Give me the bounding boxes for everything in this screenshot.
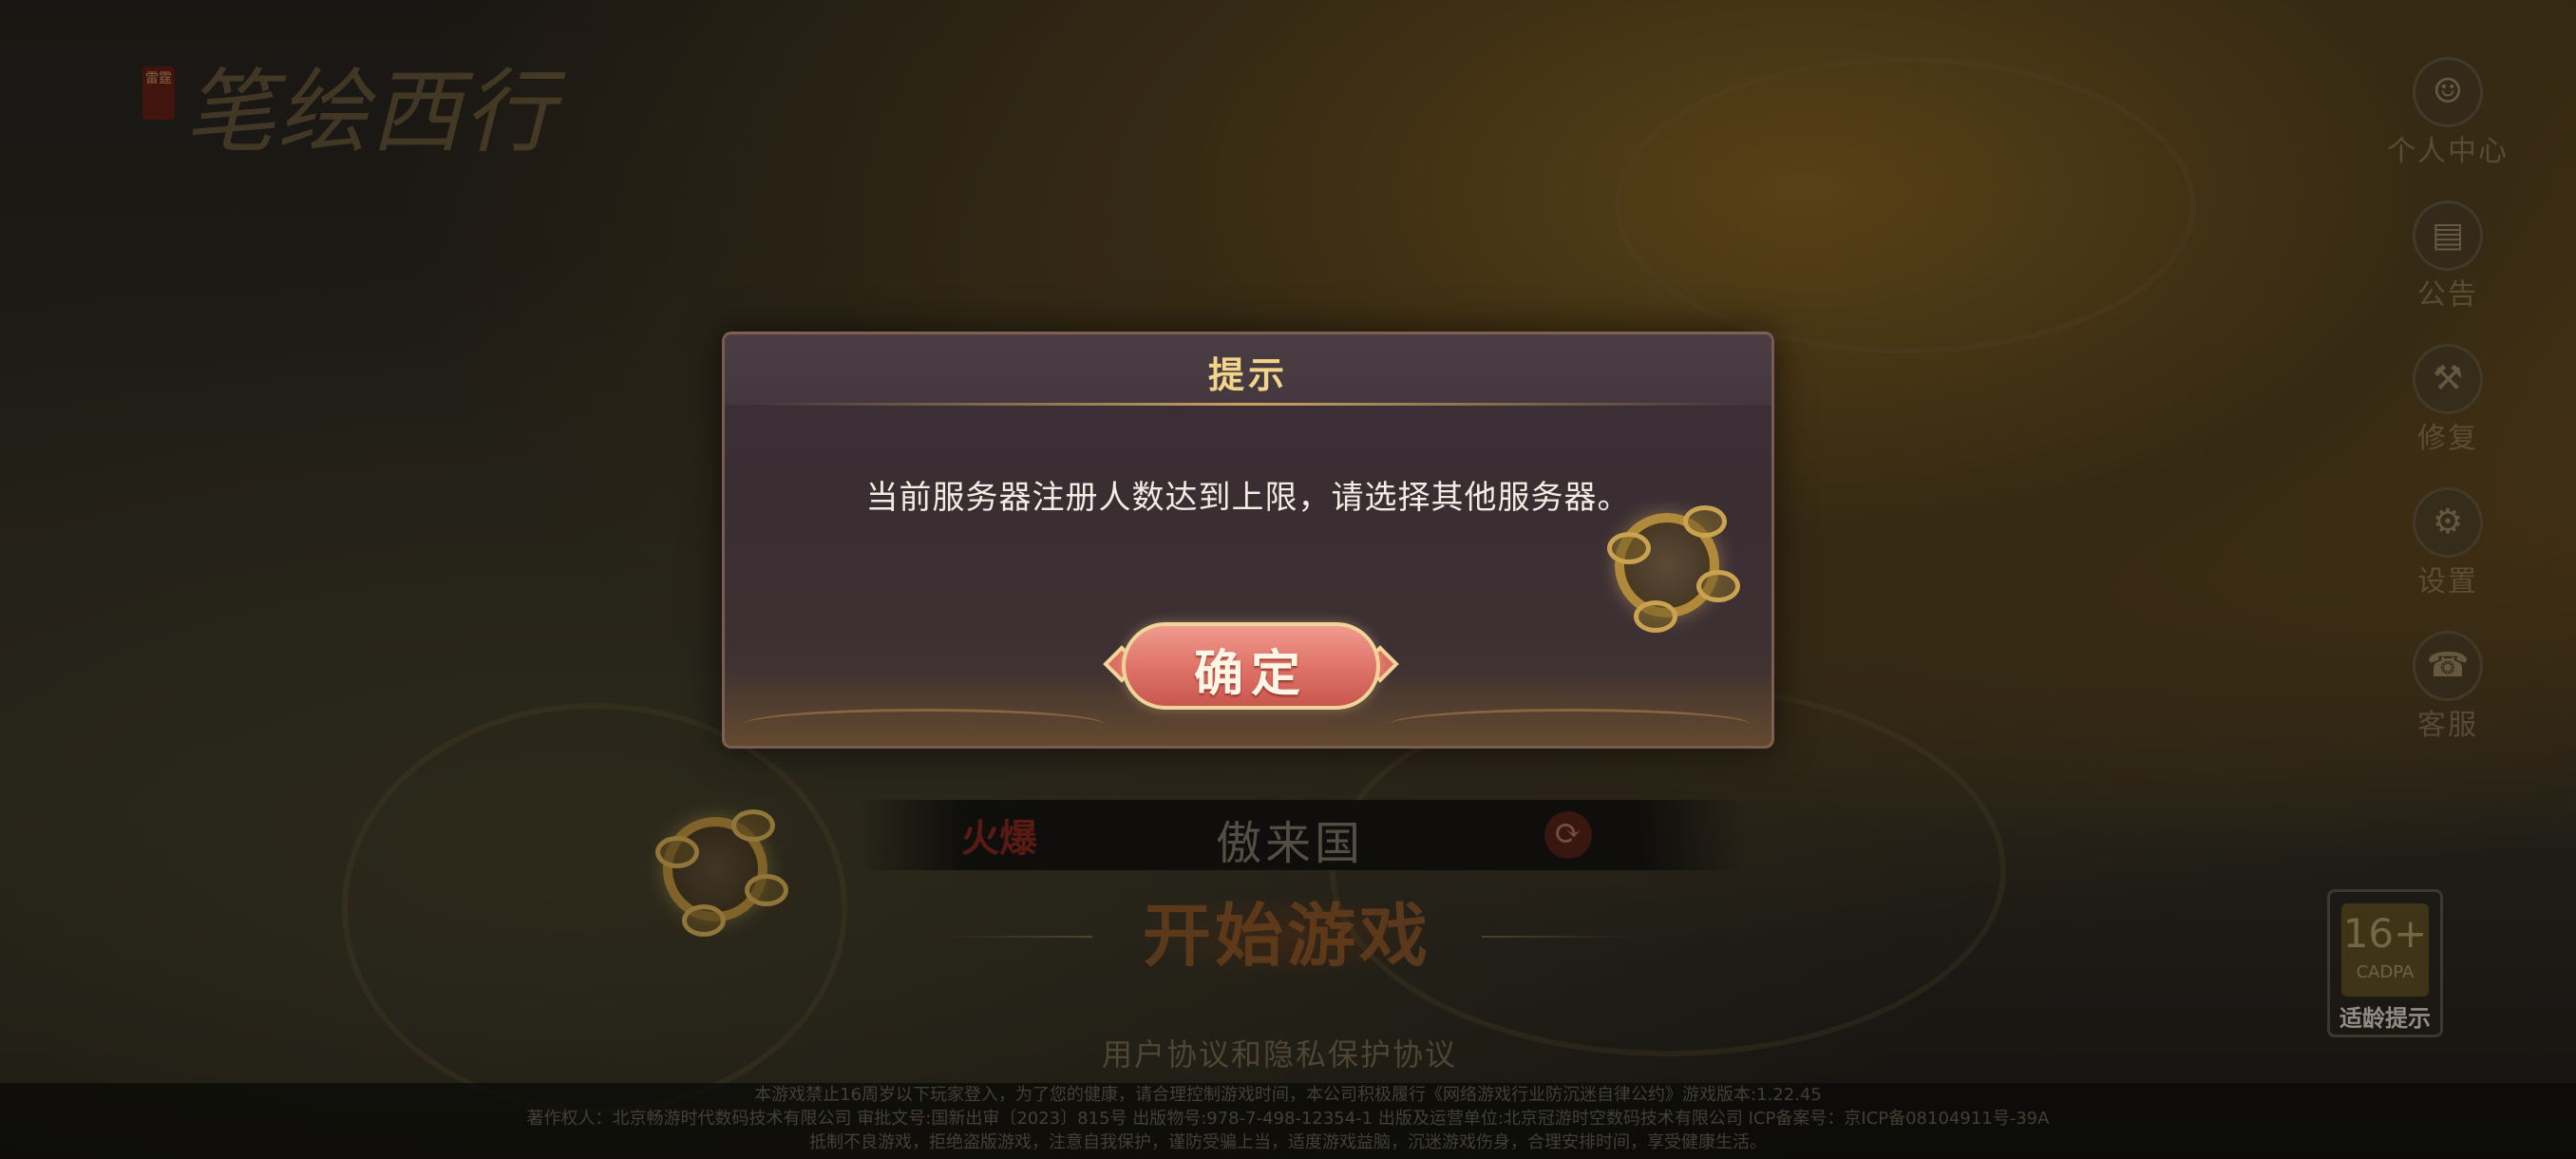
dialog-divider [753,403,1743,406]
ornament-ring-icon [1607,505,1740,633]
dialog-message: 当前服务器注册人数达到上限，请选择其他服务器。 [865,479,1631,517]
dialog-decoration [1390,709,1751,740]
dialog-title: 提示 [1207,353,1288,396]
confirm-button-label: 确定 [1193,645,1308,703]
game-login-screen: 雷霆 笔绘西行 ☺ 个人中心 ▤ 公告 ⚒ 修复 ⚙ 设置 ☎ 客服 16+ C… [0,0,2576,1159]
dialog-decoration [744,709,1105,740]
confirm-button[interactable]: 确定 [1103,622,1399,710]
